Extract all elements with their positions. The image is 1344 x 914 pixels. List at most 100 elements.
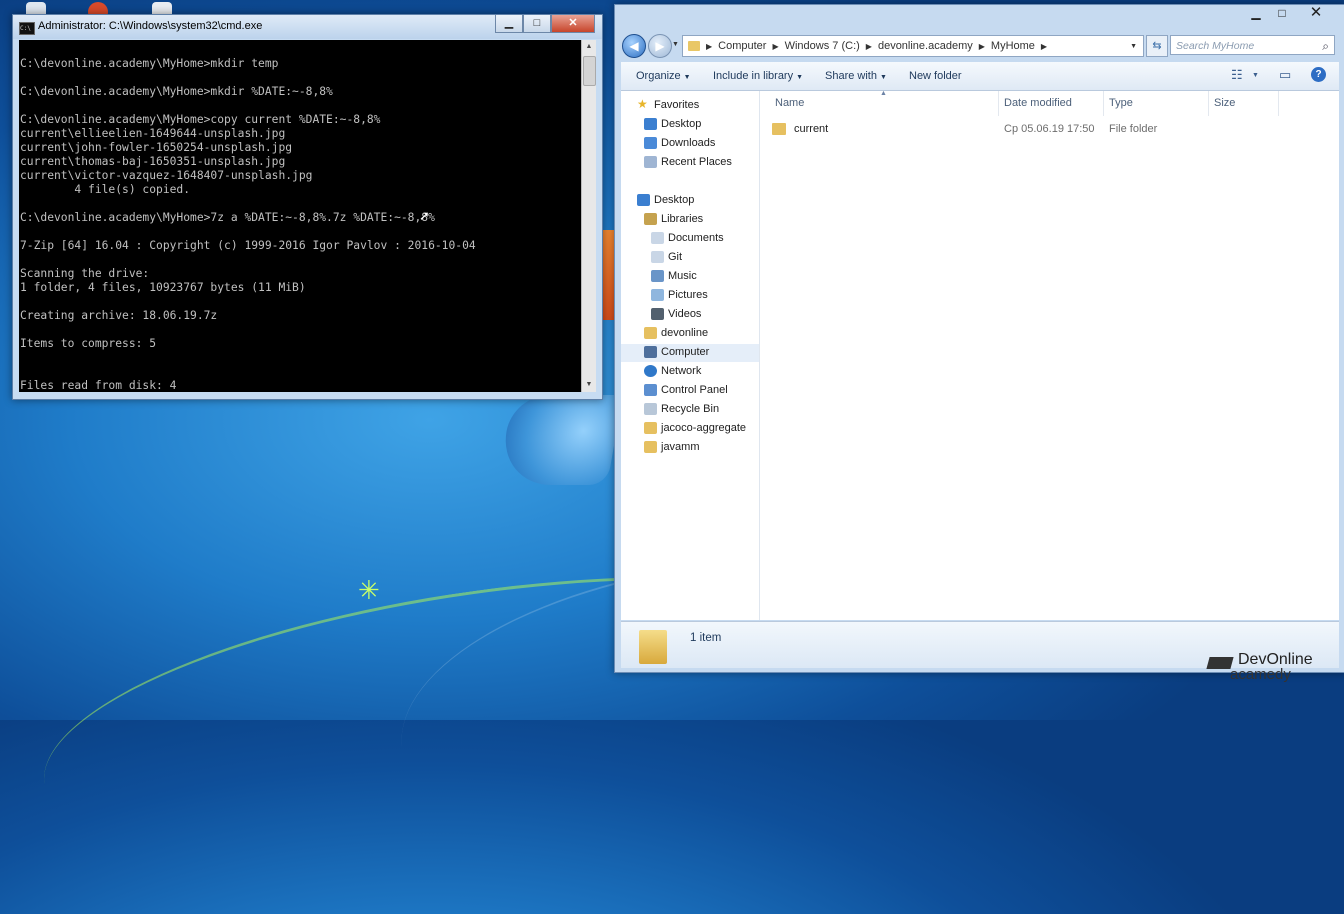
nav-item-favorites[interactable]: ★ Favorites — [621, 97, 759, 115]
libraries-icon — [644, 213, 657, 225]
folder-icon — [644, 422, 657, 434]
nav-item-pictures[interactable]: Pictures — [621, 287, 759, 305]
breadcrumb-computer[interactable]: Computer — [718, 40, 766, 52]
breadcrumb-drive[interactable]: Windows 7 (C:) — [785, 40, 860, 52]
nav-item-videos[interactable]: Videos — [621, 306, 759, 324]
explorer-close-button[interactable]: ✕ — [1295, 5, 1337, 22]
nav-label: Recycle Bin — [661, 403, 720, 415]
search-icon[interactable]: ⌕ — [1322, 36, 1329, 56]
nav-label: Control Panel — [661, 384, 728, 396]
network-icon — [644, 365, 657, 377]
nav-item-desktop[interactable]: Desktop — [621, 192, 759, 210]
view-options-icon[interactable]: ☷ — [1231, 67, 1243, 83]
explorer-maximize-button[interactable]: □ — [1269, 5, 1295, 22]
cmd-window-title: Administrator: C:\Windows\system32\cmd.e… — [38, 20, 263, 32]
recycle-bin-icon — [644, 403, 657, 415]
nav-label: Network — [661, 365, 702, 377]
nav-item-control-panel[interactable]: Control Panel — [621, 382, 759, 400]
chevron-down-icon: ▼ — [796, 74, 804, 81]
nav-item-network[interactable]: Network — [621, 363, 759, 381]
folder-icon — [639, 630, 667, 664]
column-header-type[interactable]: Type — [1109, 97, 1133, 109]
nav-item-computer[interactable]: Computer — [621, 344, 759, 362]
cmd-scrollbar[interactable]: ▲ ▼ — [581, 40, 596, 392]
column-divider[interactable] — [1103, 91, 1104, 116]
documents-icon — [651, 232, 664, 244]
cmd-minimize-button[interactable]: ▁ — [495, 15, 523, 33]
column-divider[interactable] — [1208, 91, 1209, 116]
nav-label: Pictures — [668, 289, 708, 301]
share-with-button[interactable]: Share with ▼ — [825, 70, 887, 82]
scroll-thumb[interactable] — [583, 56, 596, 86]
chevron-right-icon[interactable]: ▶ — [1041, 42, 1047, 51]
nav-item-jacoco-aggregate[interactable]: jacoco-aggregate — [621, 420, 759, 438]
column-header-name[interactable]: Name — [775, 97, 804, 109]
address-bar[interactable]: ▶ Computer ▶ Windows 7 (C:) ▶ devonline.… — [682, 35, 1144, 57]
chevron-right-icon[interactable]: ▶ — [772, 42, 778, 51]
navigation-pane[interactable]: ★ Favorites Desktop Downloads Recent Plac… — [621, 91, 760, 620]
videos-icon — [651, 308, 664, 320]
chevron-down-icon: ▼ — [879, 74, 887, 81]
help-icon[interactable]: ? — [1311, 67, 1326, 82]
chevron-right-icon[interactable]: ▶ — [866, 42, 872, 51]
cmd-close-button[interactable]: ✕ — [551, 15, 595, 33]
file-row[interactable]: current Ср 05.06.19 17:50 File folder — [770, 123, 1330, 141]
desktop-sparkle-icon: ✳ — [358, 575, 380, 605]
chevron-down-icon[interactable]: ▼ — [1252, 72, 1259, 79]
scroll-down-icon[interactable]: ▼ — [582, 378, 596, 392]
cmd-maximize-button[interactable]: □ — [523, 15, 551, 33]
address-dropdown-icon[interactable]: ▼ — [1130, 43, 1137, 50]
nav-item-devonline[interactable]: devonline — [621, 325, 759, 343]
include-in-library-label: Include in library — [713, 70, 794, 82]
organize-button[interactable]: Organize ▼ — [636, 70, 691, 82]
nav-item-downloads[interactable]: Downloads — [621, 135, 759, 153]
refresh-button[interactable]: ⇆ — [1146, 35, 1168, 57]
computer-icon — [644, 346, 657, 358]
folder-icon — [644, 441, 657, 453]
windows-logo-blue — [497, 395, 623, 485]
explorer-window[interactable]: ▁ □ ✕ ◀ ▶ ▼ ▶ Computer ▶ Windows 7 (C:) … — [614, 4, 1344, 673]
new-folder-button[interactable]: New folder — [909, 70, 962, 82]
nav-label: jacoco-aggregate — [661, 422, 747, 434]
nav-item-javamm[interactable]: javamm — [621, 439, 759, 457]
nav-item-recycle-bin[interactable]: Recycle Bin — [621, 401, 759, 419]
nav-item-git[interactable]: Git — [621, 249, 759, 267]
git-icon — [651, 251, 664, 263]
downloads-icon — [644, 137, 657, 149]
nav-item-documents[interactable]: Documents — [621, 230, 759, 248]
scroll-up-icon[interactable]: ▲ — [582, 40, 596, 54]
cmd-window[interactable]: C:\ Administrator: C:\Windows\system32\c… — [12, 14, 603, 400]
chevron-right-icon[interactable]: ▶ — [706, 42, 712, 51]
watermark-logo: DevOnline acamedy — [1208, 652, 1313, 683]
include-in-library-button[interactable]: Include in library ▼ — [713, 70, 803, 82]
item-count: 1 item — [690, 632, 722, 644]
desktop-icon — [637, 194, 650, 206]
search-input[interactable]: Search MyHome ⌕ — [1170, 35, 1335, 55]
preview-pane-icon[interactable]: ▭ — [1279, 67, 1291, 83]
column-header-size[interactable]: Size — [1214, 97, 1235, 109]
breadcrumb-devonline[interactable]: devonline.academy — [878, 40, 973, 52]
nav-label: devonline — [661, 327, 709, 339]
recent-pages-dropdown-icon[interactable]: ▼ — [672, 41, 679, 48]
desktop-icon — [644, 118, 657, 130]
nav-label: Favorites — [654, 99, 700, 111]
nav-item-libraries[interactable]: Libraries — [621, 211, 759, 229]
cmd-console[interactable]: C:\devonline.academy\MyHome>mkdir temp C… — [19, 40, 583, 392]
column-divider[interactable] — [1278, 91, 1279, 116]
pictures-icon — [651, 289, 664, 301]
column-header-date-modified[interactable]: Date modified — [1004, 97, 1072, 109]
file-list[interactable]: Name ▲ Date modified Type Size current С… — [760, 90, 1339, 620]
nav-item-music[interactable]: Music — [621, 268, 759, 286]
column-divider[interactable] — [998, 91, 999, 116]
nav-item-desktop-fav[interactable]: Desktop — [621, 116, 759, 134]
chevron-right-icon[interactable]: ▶ — [979, 42, 985, 51]
forward-button[interactable]: ▶ — [648, 34, 672, 58]
back-button[interactable]: ◀ — [622, 34, 646, 58]
nav-label: Desktop — [661, 118, 702, 130]
nav-label: Libraries — [661, 213, 704, 225]
breadcrumb-myhome[interactable]: MyHome — [991, 40, 1035, 52]
explorer-minimize-button[interactable]: ▁ — [1243, 5, 1269, 22]
cmd-titlebar[interactable]: C:\ Administrator: C:\Windows\system32\c… — [13, 15, 602, 39]
nav-item-recent-places[interactable]: Recent Places — [621, 154, 759, 172]
organize-label: Organize — [636, 70, 681, 82]
